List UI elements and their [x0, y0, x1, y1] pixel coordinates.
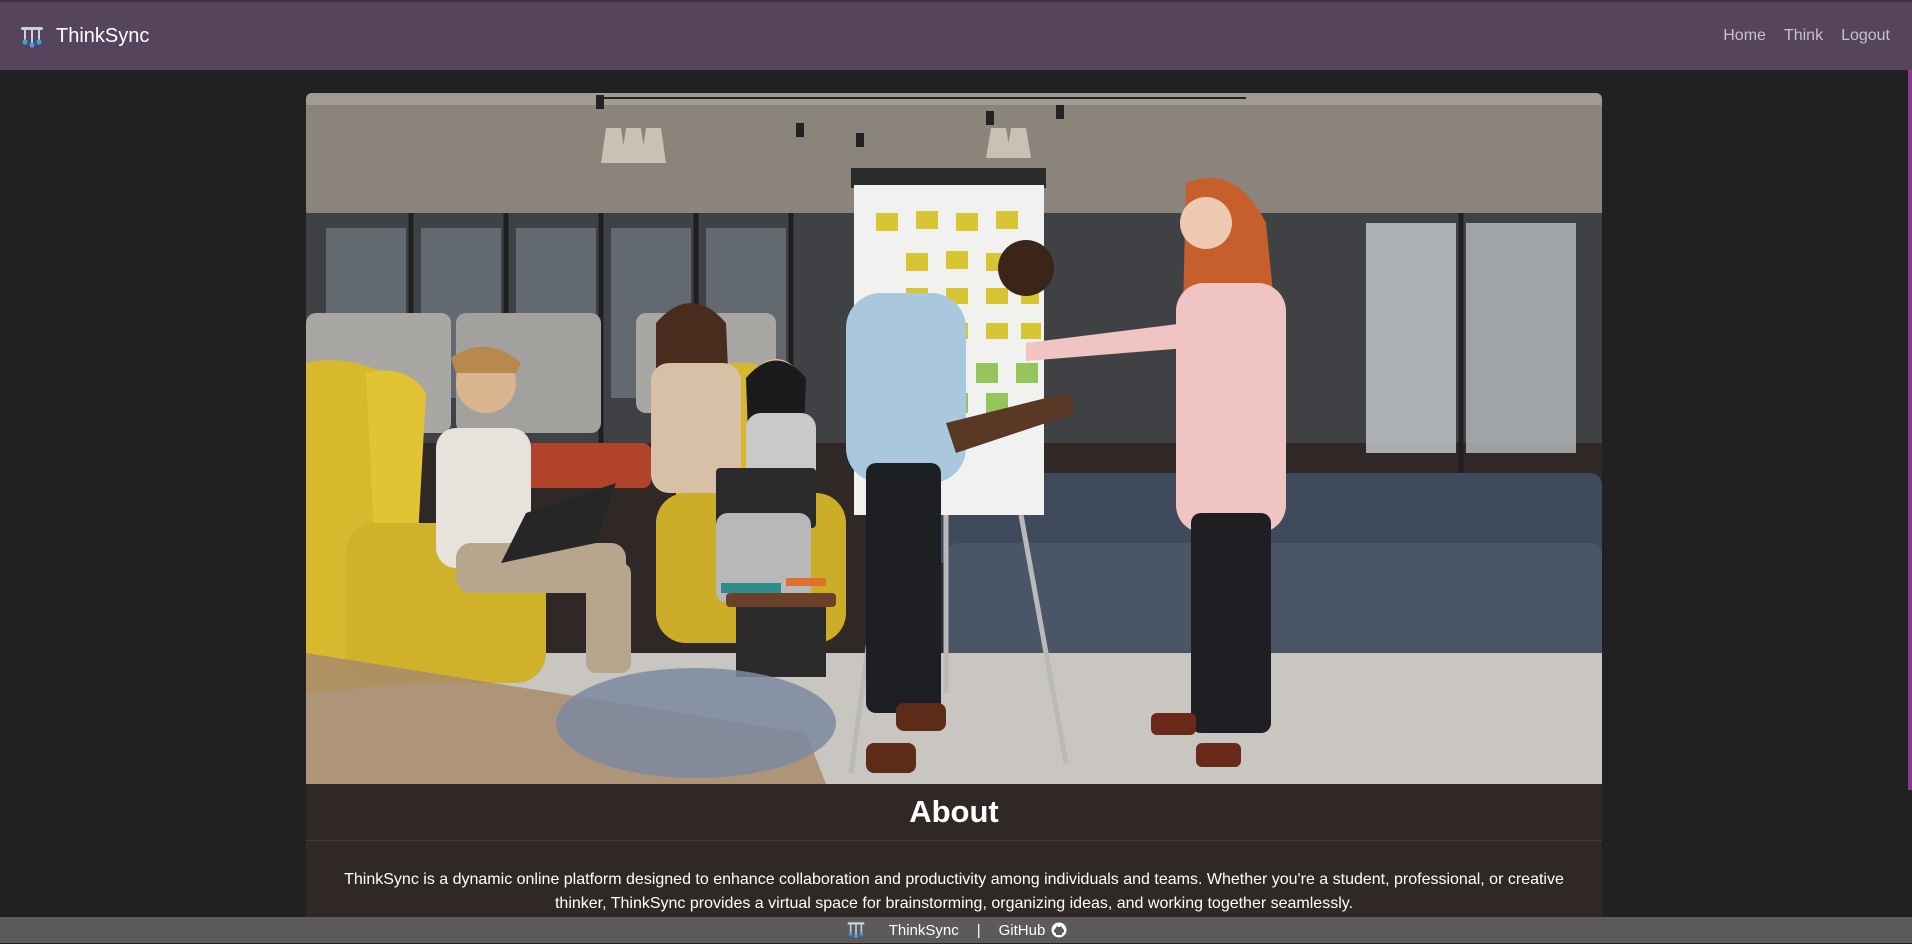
about-card: About ThinkSync is a dynamic online plat… [306, 93, 1602, 933]
footer: ThinkSync | GitHub [0, 917, 1912, 943]
brain-network-icon [18, 22, 46, 50]
about-title: About [909, 794, 999, 829]
footer-separator: | [976, 921, 981, 939]
hero-image [306, 93, 1602, 784]
footer-brand-name: ThinkSync [888, 921, 959, 939]
brain-network-icon [845, 920, 867, 940]
nav-think-link[interactable]: Think [1784, 27, 1823, 45]
right-edge-bar [1908, 70, 1912, 790]
github-link[interactable]: GitHub [999, 922, 1068, 939]
about-title-bar: About [306, 784, 1602, 841]
nav-logout-link[interactable]: Logout [1841, 27, 1890, 45]
about-description: ThinkSync is a dynamic online platform d… [344, 871, 1564, 912]
top-navbar: ThinkSync Home Think Logout [0, 0, 1912, 70]
nav-home-link[interactable]: Home [1723, 27, 1766, 45]
github-icon [1051, 922, 1067, 938]
brand-name: ThinkSync [56, 24, 150, 47]
github-link-label: GitHub [998, 921, 1046, 939]
footer-brand: ThinkSync [845, 920, 959, 940]
nav-links: Home Think Logout [1723, 27, 1890, 45]
navbar-brand[interactable]: ThinkSync [18, 22, 149, 50]
